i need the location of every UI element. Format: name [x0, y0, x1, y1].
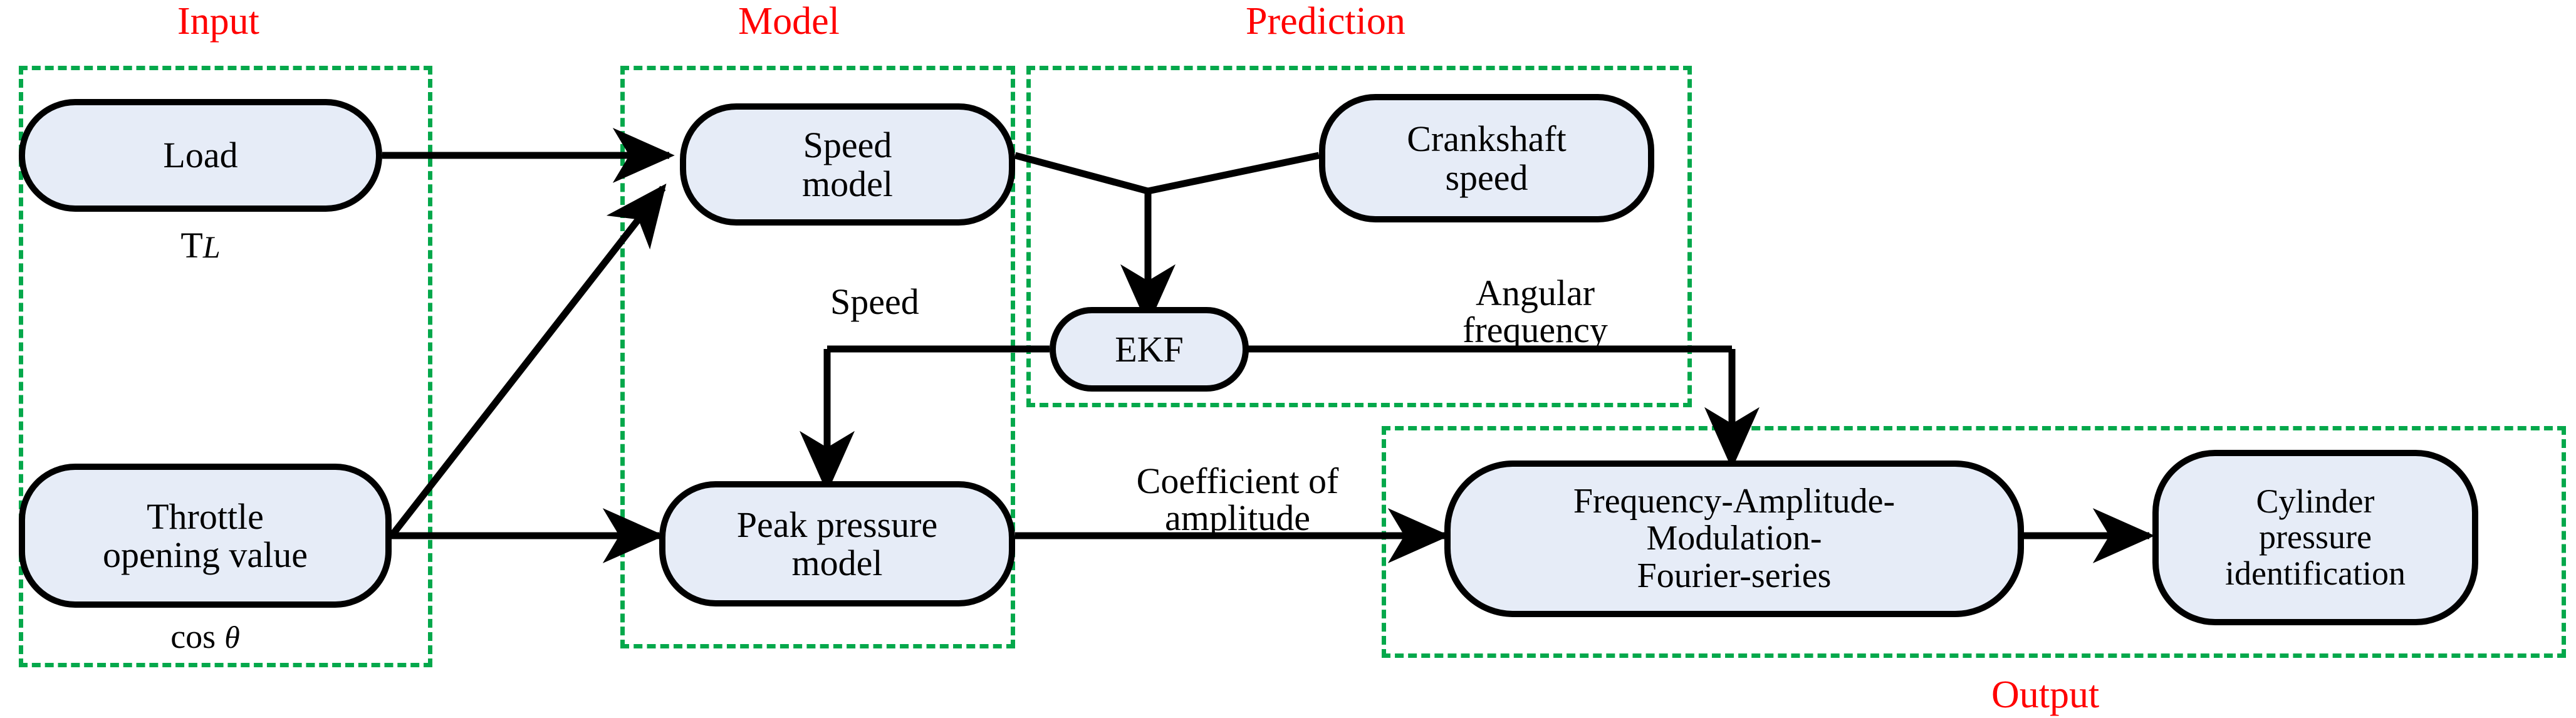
- edge-label-speed: Speed: [830, 281, 919, 322]
- node-peak-pressure-model-label: Peak pressure model: [736, 504, 938, 583]
- node-throttle-opening-value[interactable]: Throttle opening value: [19, 464, 392, 608]
- load-subscript-annotation: TL: [19, 224, 382, 266]
- throttle-subscript-annotation: cos θ: [19, 617, 392, 656]
- throttle-subscript-sub: θ: [224, 620, 240, 655]
- node-cylinder-pressure-identification[interactable]: Cylinder pressure identification: [2152, 450, 2478, 625]
- node-ekf[interactable]: EKF: [1050, 307, 1249, 392]
- edge-throttle-to-speed-model: [388, 184, 667, 538]
- edge-label-angular-frequency: Angular frequency: [1463, 273, 1608, 351]
- node-crankshaft-speed-label: Crankshaft speed: [1407, 118, 1567, 198]
- node-load-label: Load: [163, 135, 238, 176]
- node-ekf-label: EKF: [1115, 328, 1184, 370]
- node-speed-model-label: Speed model: [802, 125, 893, 204]
- flow-diagram: Input Model Prediction Output Load TL Th…: [0, 0, 2576, 718]
- node-speed-model[interactable]: Speed model: [680, 103, 1015, 226]
- load-subscript-sub: L: [202, 229, 221, 264]
- node-peak-pressure-model[interactable]: Peak pressure model: [659, 481, 1015, 606]
- node-load[interactable]: Load: [19, 99, 382, 212]
- node-famfs-label: Frequency-Amplitude- Modulation- Fourier…: [1573, 481, 1895, 595]
- edge-label-coefficient-of-amplitude: Coefficient of amplitude: [1136, 460, 1339, 539]
- load-subscript-main: T: [180, 225, 203, 266]
- node-crankshaft-speed[interactable]: Crankshaft speed: [1319, 94, 1654, 222]
- node-frequency-amplitude-modulation-fourier-series[interactable]: Frequency-Amplitude- Modulation- Fourier…: [1444, 460, 2024, 617]
- node-throttle-label: Throttle opening value: [103, 496, 308, 575]
- node-cylinder-label: Cylinder pressure identification: [2225, 482, 2406, 592]
- throttle-subscript-main: cos: [170, 618, 216, 655]
- edge-speed-model-to-junction: [1014, 152, 1320, 195]
